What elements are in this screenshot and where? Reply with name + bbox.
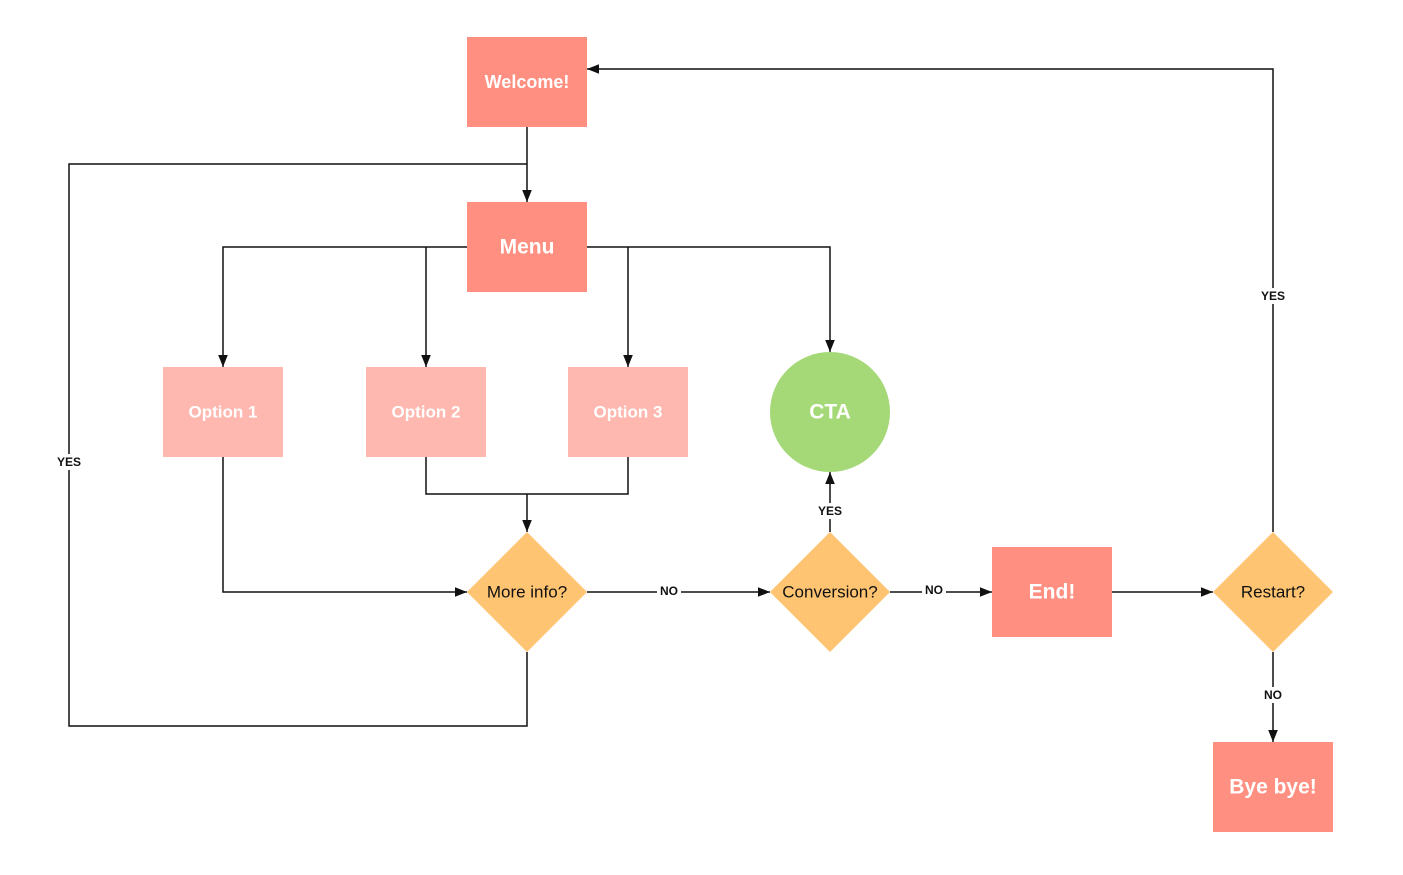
edge-option2-option3-join — [425, 457, 629, 495]
decision-restart: Restart? — [1213, 532, 1333, 652]
svg-text:Restart?: Restart? — [1241, 583, 1305, 602]
label-conversion-no: NO — [925, 583, 943, 597]
edge-menu-cta — [587, 246, 835, 352]
svg-text:Conversion?: Conversion? — [782, 583, 877, 602]
svg-text:CTA: CTA — [809, 401, 851, 424]
label-restart-no: NO — [1264, 688, 1282, 702]
node-menu: Menu — [467, 202, 587, 292]
label-restart-yes: YES — [1261, 289, 1285, 303]
svg-text:End!: End! — [1029, 581, 1076, 604]
node-bye-bye: Bye bye! — [1213, 742, 1333, 832]
edge-option1-moreinfo — [222, 457, 467, 597]
node-end: End! — [992, 547, 1112, 637]
node-option-1: Option 1 — [163, 367, 283, 457]
label-moreinfo-no: NO — [660, 584, 678, 598]
node-welcome: Welcome! — [467, 37, 587, 127]
edge-menu-option1 — [218, 246, 467, 367]
svg-text:Menu: Menu — [500, 236, 555, 259]
svg-text:More info?: More info? — [487, 583, 567, 602]
svg-text:Option 2: Option 2 — [392, 403, 461, 422]
svg-text:Welcome!: Welcome! — [485, 72, 570, 92]
label-moreinfo-yes: YES — [57, 455, 81, 469]
svg-text:Bye bye!: Bye bye! — [1229, 776, 1317, 799]
svg-text:Option 3: Option 3 — [594, 403, 663, 422]
decision-conversion: Conversion? — [770, 532, 890, 652]
label-conversion-yes: YES — [818, 504, 842, 518]
flowchart: YES NO YES NO YES NO Welcome! Menu Optio… — [54, 37, 1333, 832]
edge-restart-welcome — [587, 64, 1274, 532]
node-option-2: Option 2 — [366, 367, 486, 457]
node-cta: CTA — [770, 352, 890, 472]
node-option-3: Option 3 — [568, 367, 688, 457]
svg-text:Option 1: Option 1 — [189, 403, 258, 422]
decision-more-info: More info? — [467, 532, 587, 652]
